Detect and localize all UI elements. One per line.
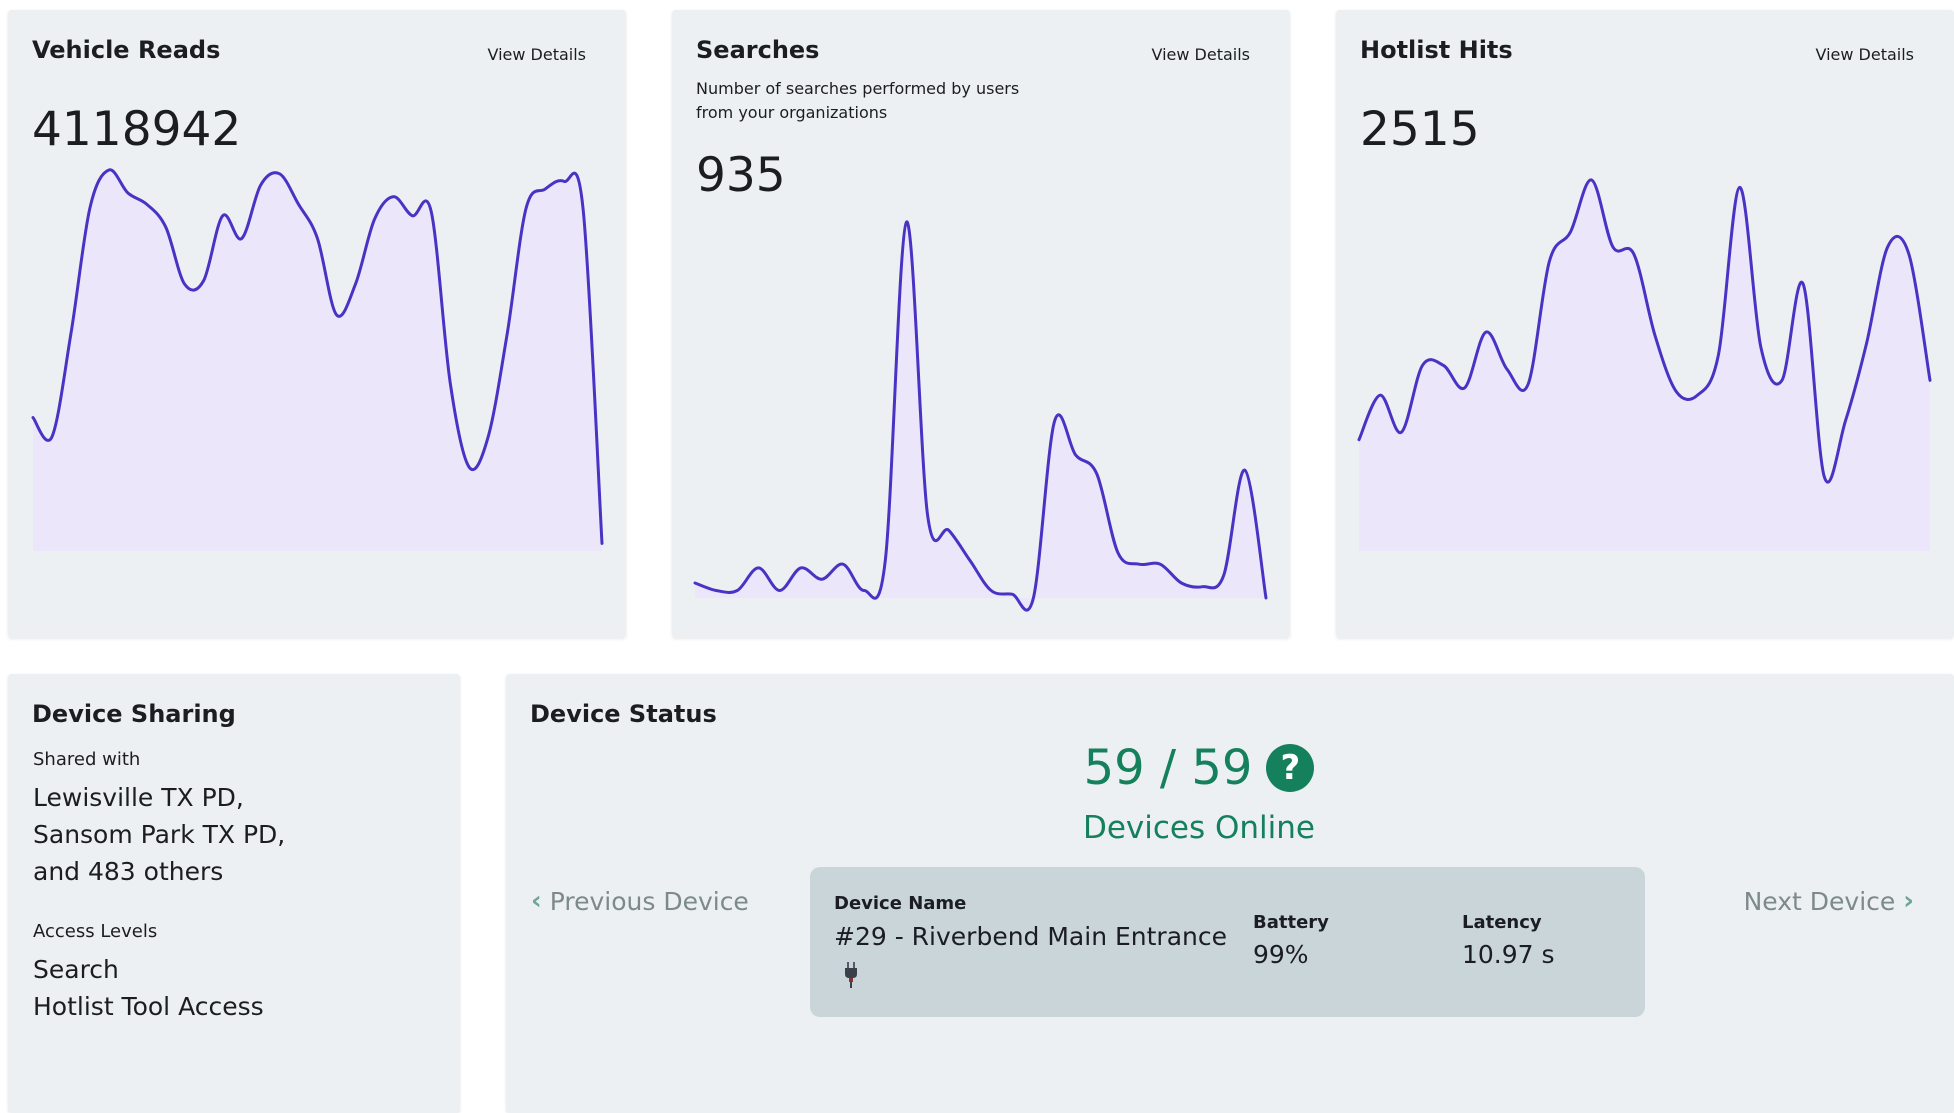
battery-value: 99%	[1253, 940, 1309, 969]
device-sharing-title: Device Sharing	[32, 700, 236, 728]
shared-with-item: Sansom Park TX PD,	[33, 820, 286, 849]
plug-icon	[845, 962, 857, 988]
device-count-row: 59 / 59 ?	[506, 740, 1954, 796]
sparkline-line	[693, 220, 1268, 612]
previous-device-label: Previous Device	[549, 886, 749, 916]
devices-online-label: Devices Online	[1082, 810, 1315, 846]
shared-with-item: Lewisville TX PD,	[33, 783, 244, 812]
searches-card: Searches View Details Number of searches…	[672, 10, 1290, 638]
next-device-button[interactable]: Next Device ›	[1744, 886, 1914, 916]
hotlist-hits-sparkline	[1357, 178, 1932, 551]
vehicle-reads-card: Vehicle Reads View Details 4118942	[8, 10, 626, 638]
devices-online-count: 59 / 59	[1083, 740, 1253, 796]
latency-value: 10.97 s	[1462, 940, 1555, 969]
vehicle-reads-sparkline	[31, 168, 604, 552]
searches-sparkline	[693, 220, 1268, 612]
latency-label: Latency	[1462, 912, 1542, 933]
chevron-left-icon: ‹	[531, 886, 542, 916]
device-status-card: Device Status 59 / 59 ? Devices Online ‹…	[506, 674, 1954, 1113]
previous-device-button[interactable]: ‹ Previous Device	[531, 886, 749, 916]
next-device-label: Next Device	[1743, 886, 1896, 916]
question-circle-icon[interactable]: ?	[1266, 744, 1315, 792]
device-name-value: #29 - Riverbend Main Entrance	[834, 922, 1227, 951]
device-name-label: Device Name	[834, 893, 967, 914]
sparkline-area	[33, 169, 602, 552]
device-detail-panel: Device Name #29 - Riverbend Main Entranc…	[810, 867, 1645, 1017]
chevron-right-icon: ›	[1903, 886, 1914, 916]
shared-with-label: Shared with	[33, 749, 141, 770]
hotlist-hits-card: Hotlist Hits View Details 2515	[1336, 10, 1954, 638]
battery-label: Battery	[1253, 912, 1329, 933]
access-levels-list: Search Hotlist Tool Access	[33, 951, 264, 1025]
access-levels-label: Access Levels	[33, 921, 158, 942]
access-level-item: Search	[33, 955, 119, 984]
access-level-item: Hotlist Tool Access	[33, 992, 264, 1021]
shared-with-list: Lewisville TX PD, Sansom Park TX PD, and…	[33, 779, 285, 890]
sparkline-area	[695, 221, 1266, 611]
shared-with-item: and 483 others	[33, 857, 224, 886]
device-status-title: Device Status	[530, 700, 717, 728]
device-sharing-card: Device Sharing Shared with Lewisville TX…	[8, 674, 460, 1113]
